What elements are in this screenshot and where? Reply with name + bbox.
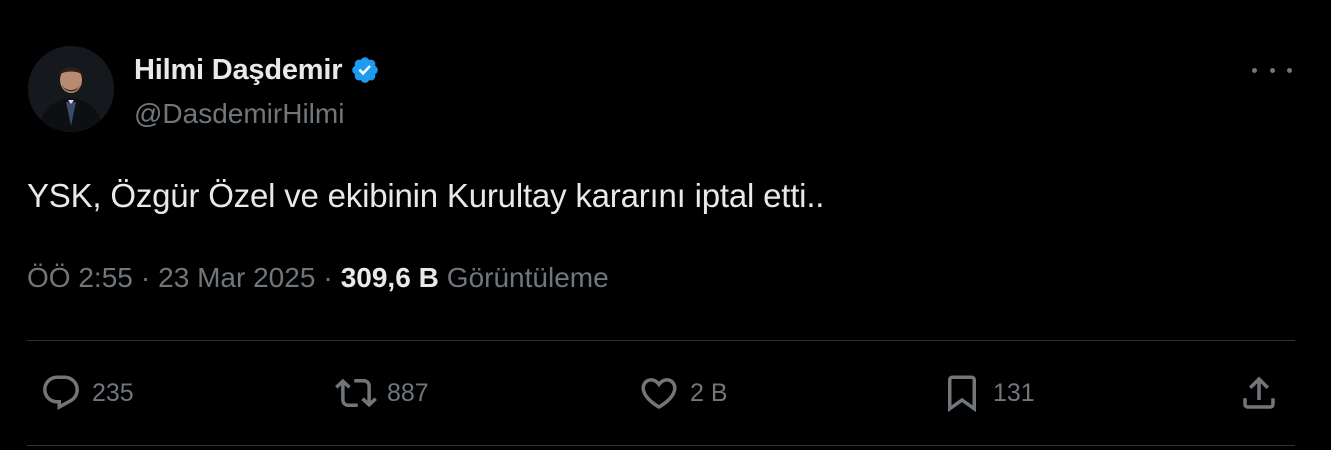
tweet-card: Hilmi Daşdemir @DasdemirHilmi YSK, Özgür… — [0, 0, 1331, 450]
bookmark-count: 131 — [993, 378, 1035, 407]
share-button[interactable] — [1238, 372, 1280, 414]
tweet-text: YSK, Özgür Özel ve ekibinin Kurultay kar… — [27, 177, 825, 214]
bookmark-button[interactable]: 131 — [941, 372, 1035, 414]
heart-icon — [641, 378, 677, 410]
avatar-photo — [28, 46, 114, 132]
meta-separator: · — [323, 262, 333, 293]
retweet-button[interactable]: 887 — [335, 372, 429, 414]
retweet-icon — [335, 378, 377, 408]
more-options-icon[interactable] — [1252, 58, 1292, 82]
retweet-count: 887 — [387, 378, 429, 407]
verified-badge-icon[interactable] — [350, 55, 380, 85]
bookmark-icon — [948, 375, 976, 413]
divider — [27, 340, 1295, 341]
tweet-time[interactable]: ÖÖ 2:55 — [27, 262, 133, 294]
tweet-meta: ÖÖ 2:55 · 23 Mar 2025 · 309,6 B Görüntül… — [27, 262, 609, 294]
meta-separator: · — [140, 262, 151, 293]
like-count: 2 B — [690, 378, 728, 407]
avatar[interactable] — [28, 46, 114, 132]
divider — [27, 445, 1295, 446]
views-label[interactable]: Görüntüleme — [447, 262, 609, 294]
reply-bubble-icon — [43, 375, 79, 410]
views-count[interactable]: 309,6 B — [341, 262, 439, 294]
reply-button[interactable]: 235 — [40, 372, 134, 414]
author-name-row: Hilmi Daşdemir — [134, 52, 380, 88]
author-handle[interactable]: @DasdemirHilmi — [134, 98, 344, 130]
like-button[interactable]: 2 B — [638, 372, 728, 414]
reply-count: 235 — [92, 378, 134, 407]
tweet-date[interactable]: 23 Mar 2025 — [158, 262, 315, 294]
author-display-name[interactable]: Hilmi Daşdemir — [134, 54, 343, 87]
share-upload-icon — [1243, 376, 1275, 409]
